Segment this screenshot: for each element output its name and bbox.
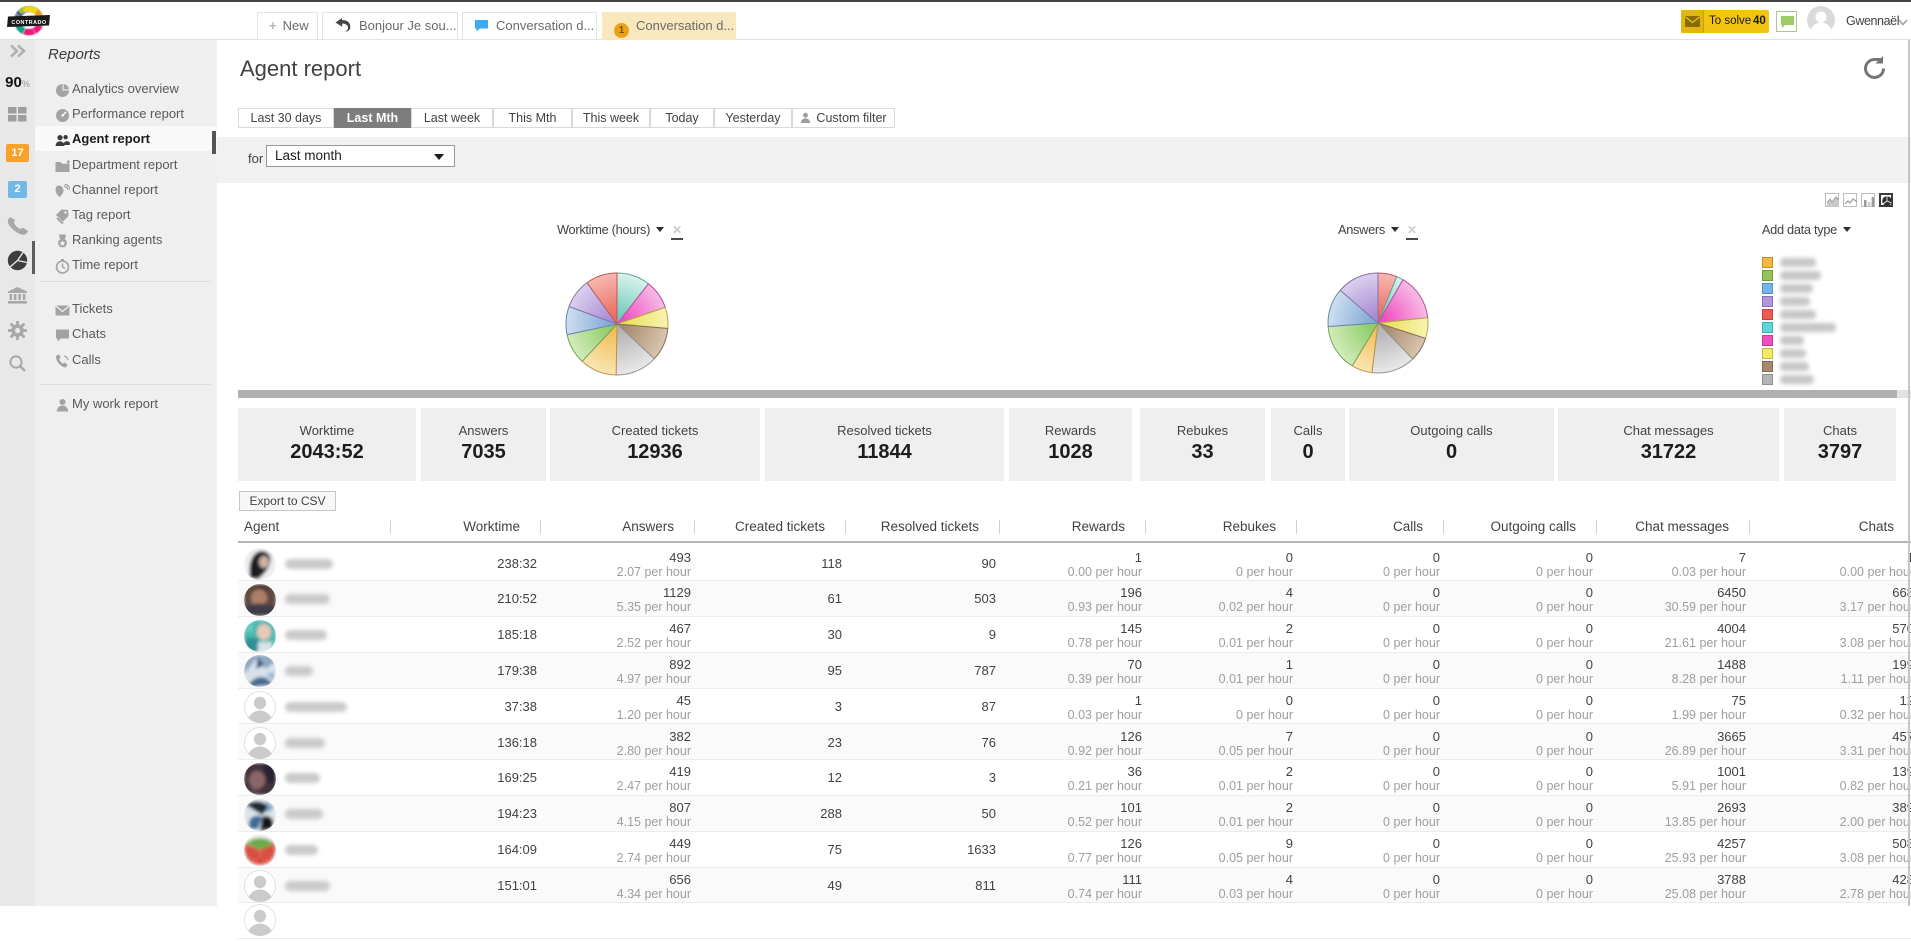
svg-text:CONTRADO: CONTRADO [11, 20, 46, 26]
